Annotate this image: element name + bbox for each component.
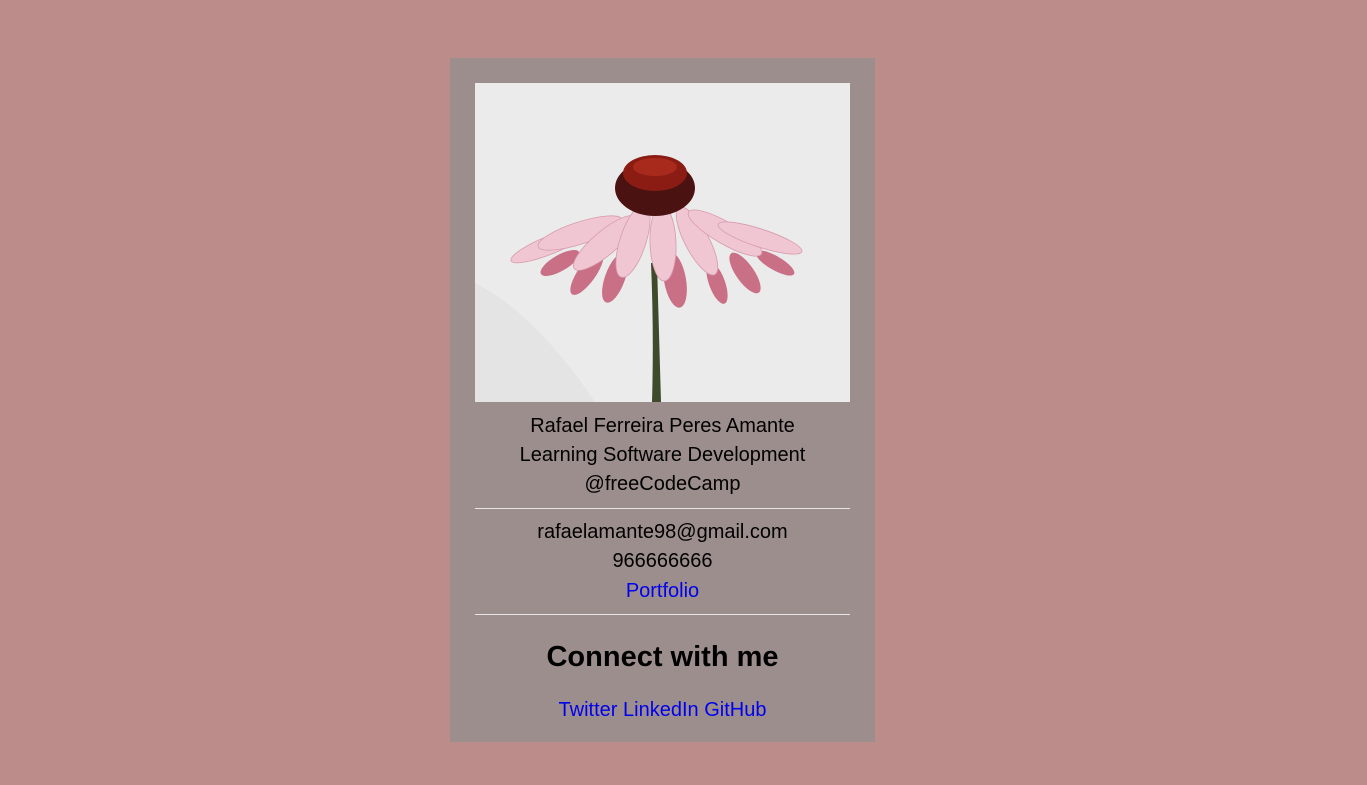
profile-card: Rafael Ferreira Peres Amante Learning So… (450, 58, 875, 742)
profile-handle: @freeCodeCamp (584, 473, 741, 495)
contact-phone: 966666666 (612, 550, 713, 572)
portfolio-row: Portfolio (475, 577, 850, 606)
profile-name: Rafael Ferreira Peres Amante (530, 415, 795, 437)
github-link[interactable]: GitHub (704, 699, 766, 721)
divider (475, 614, 850, 615)
profile-photo (475, 83, 850, 402)
profile-role: Learning Software Development (519, 444, 806, 466)
contact-email: rafaelamante98@gmail.com (537, 521, 788, 543)
contact-section: rafaelamante98@gmail.com 966666666 Portf… (475, 518, 850, 606)
divider (475, 508, 850, 509)
social-links: Twitter LinkedIn GitHub (475, 697, 850, 723)
portfolio-link[interactable]: Portfolio (626, 580, 699, 602)
profile-info: Rafael Ferreira Peres Amante Learning So… (475, 412, 850, 499)
twitter-link[interactable]: Twitter (559, 699, 618, 721)
linkedin-link[interactable]: LinkedIn (623, 699, 699, 721)
connect-heading: Connect with me (546, 641, 779, 673)
